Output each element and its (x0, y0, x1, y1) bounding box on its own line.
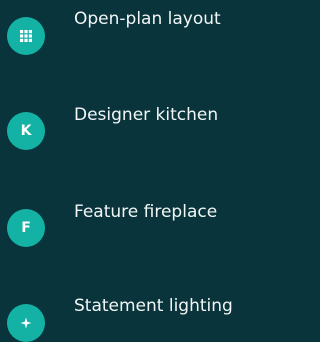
feature-item-open-plan: Open-plan layout (0, 0, 270, 60)
badge-letter: F (21, 220, 31, 236)
letter-k-icon: K (7, 112, 45, 150)
sparkle-icon (7, 304, 45, 342)
floorplan-grid-icon (7, 17, 45, 55)
feature-label: Statement lighting (74, 296, 233, 316)
feature-label: Open-plan layout (74, 9, 221, 29)
badge-letter: K (20, 123, 32, 139)
feature-label: Feature fireplace (74, 202, 218, 222)
feature-item-statement-lighting: Statement lighting (0, 281, 270, 342)
feature-item-feature-fireplace: F Feature fireplace (0, 189, 270, 249)
feature-label: Designer kitchen (74, 105, 219, 125)
letter-f-icon: F (7, 209, 45, 247)
feature-item-designer-kitchen: K Designer kitchen (0, 95, 270, 155)
